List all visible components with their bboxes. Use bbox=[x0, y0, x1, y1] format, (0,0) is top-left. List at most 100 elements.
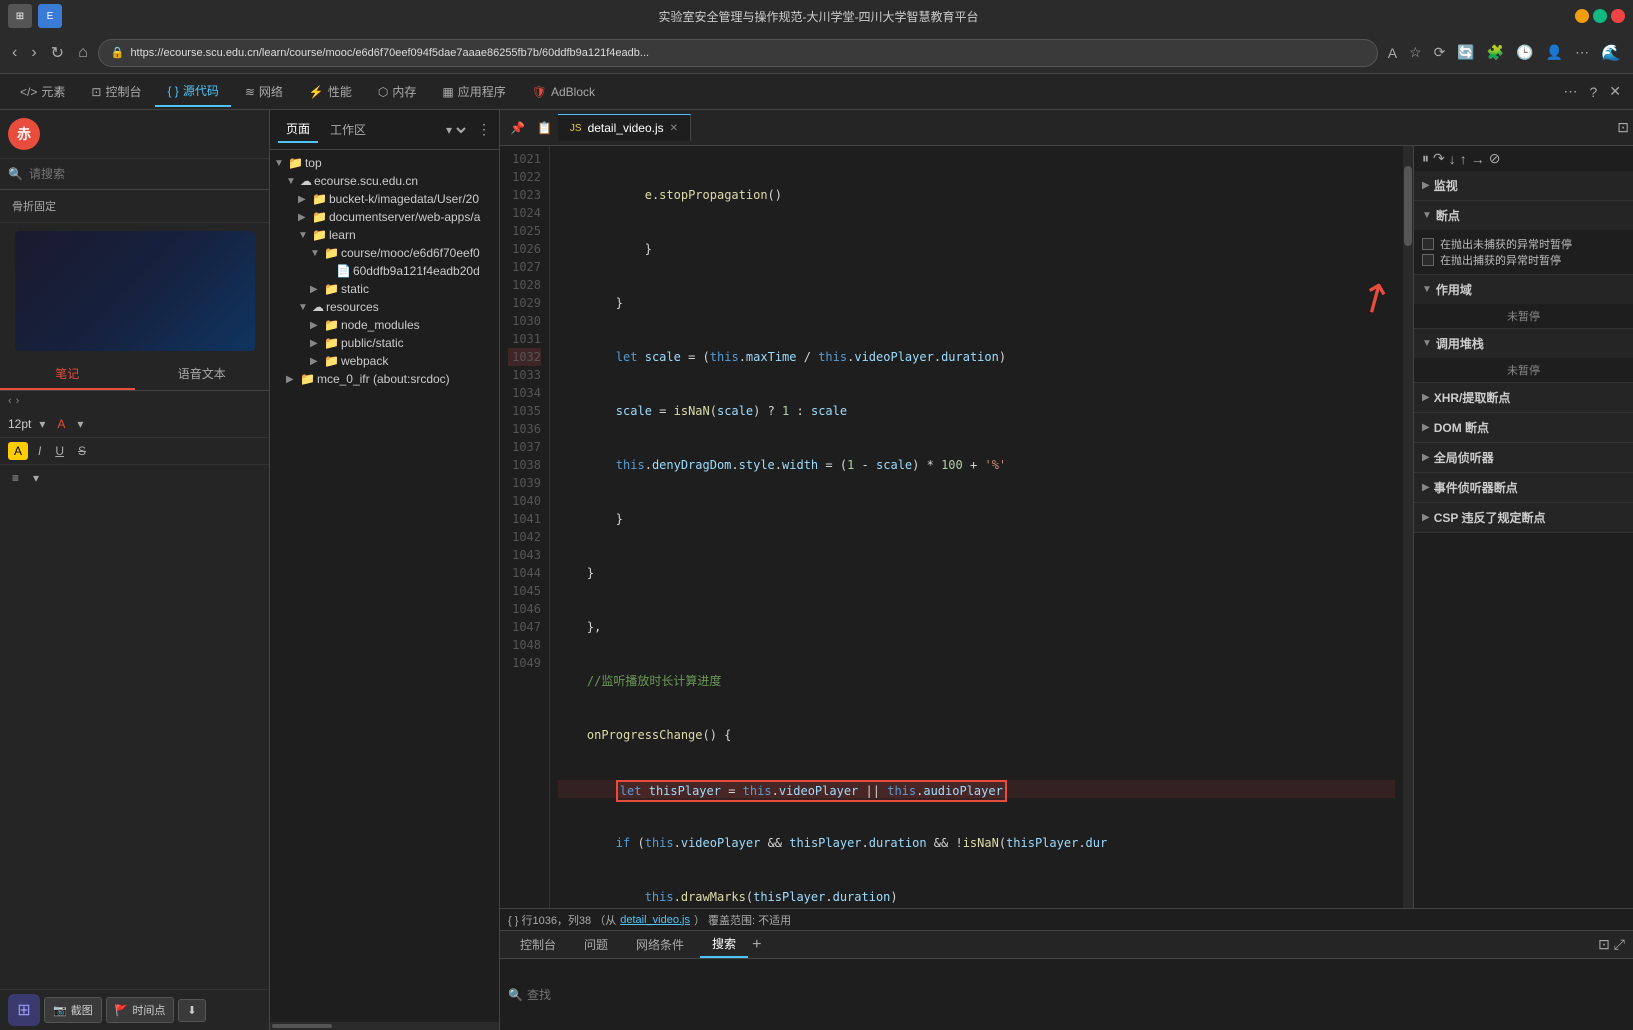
underline-btn[interactable]: U bbox=[51, 442, 68, 460]
sidebar-search-input[interactable] bbox=[29, 167, 261, 181]
font-dropdown-btn[interactable]: ▾ bbox=[35, 415, 49, 433]
deactivate-btn[interactable]: ⊘ bbox=[1489, 150, 1501, 167]
pause-btn[interactable]: ⏸ bbox=[1422, 150, 1429, 167]
section-xhr-header[interactable]: ▶ XHR/提取断点 bbox=[1414, 383, 1633, 412]
breakpoint-uncaught: 在抛出未捕获的异常时暂停 bbox=[1422, 236, 1625, 252]
minimize-btn[interactable] bbox=[1575, 9, 1589, 23]
section-callstack-header[interactable]: ▼ 调用堆栈 bbox=[1414, 329, 1633, 358]
tree-item-webpack[interactable]: ▶ 📁 webpack bbox=[270, 352, 499, 370]
account-btn[interactable]: 👤 bbox=[1542, 40, 1567, 65]
tab-voice[interactable]: 语音文本 bbox=[135, 359, 270, 390]
strikethrough-btn[interactable]: S bbox=[74, 442, 90, 460]
home-btn[interactable]: ⌂ bbox=[74, 40, 92, 66]
add-tab-btn[interactable]: + bbox=[752, 936, 761, 954]
tree-item-public-static[interactable]: ▶ 📁 public/static bbox=[270, 334, 499, 352]
checkbox-caught[interactable] bbox=[1422, 254, 1434, 266]
address-bar[interactable]: 🔒 https://ecourse.scu.edu.cn/learn/cours… bbox=[98, 39, 1378, 67]
resume-btn[interactable]: → bbox=[1471, 151, 1485, 167]
timestamp-btn[interactable]: 🚩 时间点 bbox=[106, 997, 175, 1023]
tab-adblock[interactable]: 🛡 AdBlock bbox=[520, 79, 607, 105]
tree-item-static[interactable]: ▶ 📁 static bbox=[270, 280, 499, 298]
forward-btn[interactable]: › bbox=[27, 40, 40, 66]
tab-memory[interactable]: ⬡ 内存 bbox=[366, 77, 429, 106]
status-file-link[interactable]: detail_video.js bbox=[620, 914, 690, 926]
tab-notes[interactable]: 笔记 bbox=[0, 359, 135, 390]
download-btn[interactable]: ⬇ bbox=[178, 999, 205, 1022]
tree-item-ecourse[interactable]: ▼ ☁ ecourse.scu.edu.cn bbox=[270, 172, 499, 190]
bottom-tab-issues[interactable]: 问题 bbox=[572, 932, 620, 957]
step-out-btn[interactable]: ↑ bbox=[1460, 151, 1467, 167]
format-icon: 📋 bbox=[537, 121, 552, 135]
tab-workspace[interactable]: 工作区 bbox=[322, 117, 374, 142]
align-btn[interactable]: ≡ bbox=[8, 469, 23, 487]
tree-item-mce[interactable]: ▶ 📁 mce_0_ifr (about:srcdoc) bbox=[270, 370, 499, 388]
align-dropdown-btn[interactable]: ▾ bbox=[29, 469, 43, 487]
font-color-btn[interactable]: A bbox=[53, 415, 69, 433]
tree-item-docs[interactable]: ▶ 📁 documentserver/web-apps/a bbox=[270, 208, 499, 226]
bottom-tab-network[interactable]: 网络条件 bbox=[624, 932, 696, 957]
section-global-header[interactable]: ▶ 全局侦听器 bbox=[1414, 443, 1633, 472]
section-scope-header[interactable]: ▼ 作用域 bbox=[1414, 275, 1633, 304]
tab-sources[interactable]: { } 源代码 bbox=[155, 76, 230, 107]
dock-btn[interactable]: ⊡ bbox=[1598, 936, 1610, 953]
tree-item-bucket[interactable]: ▶ 📁 bucket-k/imagedata/User/20 bbox=[270, 190, 499, 208]
expand-editor-btn[interactable]: ⊡ bbox=[1617, 119, 1629, 136]
tab-console[interactable]: ⊡ 控制台 bbox=[79, 77, 153, 106]
tree-item-learn[interactable]: ▼ 📁 learn bbox=[270, 226, 499, 244]
refresh-btn[interactable]: ↻ bbox=[47, 39, 68, 67]
bottom-tab-search[interactable]: 搜索 bbox=[700, 931, 748, 958]
step-into-btn[interactable]: ↓ bbox=[1449, 151, 1456, 167]
close-devtools-btn[interactable]: ✕ bbox=[1605, 79, 1625, 104]
maximize-btn[interactable] bbox=[1593, 9, 1607, 23]
sync-btn[interactable]: 🔄 bbox=[1453, 40, 1478, 65]
tree-item-node-modules[interactable]: ▶ 📁 node_modules bbox=[270, 316, 499, 334]
more-options-btn[interactable]: ⋮ bbox=[477, 121, 491, 138]
step-over-btn[interactable]: ↷ bbox=[1433, 150, 1445, 167]
italic-btn[interactable]: I bbox=[34, 442, 45, 460]
screenshot-btn[interactable]: 📷 截图 bbox=[44, 997, 102, 1023]
section-events-header[interactable]: ▶ 事件侦听器断点 bbox=[1414, 473, 1633, 502]
close-btn[interactable] bbox=[1611, 9, 1625, 23]
tab-network[interactable]: ≋ 网络 bbox=[233, 77, 295, 106]
file-tree-scrollbar[interactable] bbox=[270, 1022, 499, 1030]
section-csp-header[interactable]: ▶ CSP 违反了规定断点 bbox=[1414, 503, 1633, 532]
devtools-pin-btn[interactable]: 📌 bbox=[504, 117, 531, 139]
tree-item-file1[interactable]: 📄 60ddfb9a121f4eadb20d bbox=[270, 262, 499, 280]
edge-logo[interactable]: 🌊 bbox=[1597, 39, 1625, 67]
debug-toolbar: ⏸ ↷ ↓ ↑ → ⊘ bbox=[1414, 146, 1633, 171]
fullscreen-btn[interactable]: ⤢ bbox=[1614, 936, 1625, 953]
help-btn[interactable]: ? bbox=[1585, 80, 1601, 104]
bottom-tab-console[interactable]: 控制台 bbox=[508, 932, 568, 957]
settings-btn[interactable]: ⋯ bbox=[1571, 40, 1593, 65]
vertical-scrollbar[interactable] bbox=[1403, 146, 1413, 908]
editor-tabs: 📌 📋 JS detail_video.js ✕ ⊡ bbox=[500, 110, 1633, 146]
tab-performance[interactable]: ⚡ 性能 bbox=[297, 77, 364, 106]
devtools-format-btn[interactable]: 📋 bbox=[531, 117, 558, 139]
tree-item-resources[interactable]: ▼ ☁ resources bbox=[270, 298, 499, 316]
section-dom-header[interactable]: ▶ DOM 断点 bbox=[1414, 413, 1633, 442]
more-tabs-btn[interactable]: ⋯ bbox=[1559, 79, 1581, 104]
favorites-btn[interactable]: ☆ bbox=[1405, 40, 1426, 65]
collapse-icon: ▶ bbox=[1422, 180, 1430, 191]
tree-item-top[interactable]: ▼ 📁 top bbox=[270, 154, 499, 172]
search-input[interactable] bbox=[527, 988, 1625, 1002]
tab-page[interactable]: 页面 bbox=[278, 116, 318, 143]
workspace-dropdown[interactable]: ▾ bbox=[442, 122, 469, 138]
refresh2-btn[interactable]: ⟳ bbox=[1430, 40, 1450, 65]
highlight-btn[interactable]: A bbox=[8, 442, 28, 460]
history-btn[interactable]: 🕒 bbox=[1512, 40, 1537, 65]
code-line-1023: } bbox=[558, 294, 1395, 312]
tab-elements[interactable]: </> 元素 bbox=[8, 77, 77, 106]
tab-application[interactable]: ▦ 应用程序 bbox=[430, 77, 517, 106]
extensions-btn[interactable]: 🧩 bbox=[1483, 40, 1508, 65]
editor-tab-detail-video[interactable]: JS detail_video.js ✕ bbox=[558, 114, 691, 141]
tree-item-course[interactable]: ▼ 📁 course/mooc/e6d6f70eef0 bbox=[270, 244, 499, 262]
code-content[interactable]: e.stopPropagation() } } let scale = (thi… bbox=[550, 146, 1403, 908]
close-tab-icon[interactable]: ✕ bbox=[670, 123, 678, 134]
back-btn[interactable]: ‹ bbox=[8, 40, 21, 66]
translate-btn[interactable]: A bbox=[1384, 41, 1401, 65]
checkbox-uncaught[interactable] bbox=[1422, 238, 1434, 250]
section-breakpoints-header[interactable]: ▼ 断点 bbox=[1414, 201, 1633, 230]
font-color-dropdown-btn[interactable]: ▾ bbox=[73, 415, 87, 433]
section-monitor-header[interactable]: ▶ 监视 bbox=[1414, 171, 1633, 200]
